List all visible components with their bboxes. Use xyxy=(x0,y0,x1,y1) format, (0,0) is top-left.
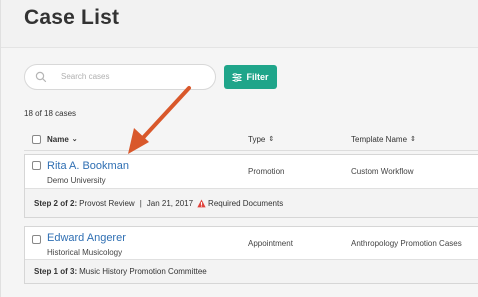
case-name-link[interactable]: Rita A. Bookman xyxy=(47,160,129,172)
row-checkbox[interactable] xyxy=(32,235,41,244)
sort-icon: ⇕ xyxy=(410,136,416,143)
select-all-checkbox[interactable] xyxy=(32,135,41,144)
case-type: Promotion xyxy=(248,167,285,176)
case-type: Appointment xyxy=(248,239,293,248)
filter-button[interactable]: Filter xyxy=(224,65,277,89)
required-documents-alert[interactable]: Required Documents xyxy=(208,199,283,208)
case-unit: Historical Musicology xyxy=(47,248,123,257)
case-template: Anthropology Promotion Cases xyxy=(351,239,462,248)
sliders-icon xyxy=(232,72,242,82)
case-card: Rita A. Bookman Demo University Promotio… xyxy=(24,154,478,218)
case-list-page: Case List Search cases Filter 18 of 18 c… xyxy=(0,0,478,297)
column-header-template-label: Template Name xyxy=(351,134,408,144)
column-header-type-label: Type xyxy=(248,134,266,144)
filter-button-label: Filter xyxy=(246,72,269,82)
search-input[interactable]: Search cases xyxy=(24,64,216,90)
column-header-template[interactable]: Template Name ⇕ xyxy=(351,133,416,145)
step-name: Music History Promotion Committee xyxy=(79,267,207,276)
page-title: Case List xyxy=(24,6,120,29)
step-name: Provost Review xyxy=(79,198,135,208)
column-header-name-label: Name xyxy=(47,134,69,144)
step-prefix: Step 1 of 3: xyxy=(34,267,78,276)
case-step-bar: Step 2 of 2: Provost Review | Jan 21, 20… xyxy=(25,188,478,217)
header-divider xyxy=(24,150,478,151)
step-prefix: Step 2 of 2: xyxy=(34,198,78,208)
step-date: Jan 21, 2017 xyxy=(146,198,194,208)
warning-icon xyxy=(197,198,206,207)
column-header-type[interactable]: Type ⇕ xyxy=(248,133,274,145)
case-step-bar: Step 1 of 3: Music History Promotion Com… xyxy=(25,259,478,283)
case-unit: Demo University xyxy=(47,176,106,185)
case-name-link[interactable]: Edward Angerer xyxy=(47,232,126,244)
column-header-name[interactable]: Name ⌄ xyxy=(47,133,78,145)
divider-pipe: | xyxy=(139,198,142,208)
row-checkbox[interactable] xyxy=(32,161,41,170)
sort-down-icon: ⌄ xyxy=(71,136,78,143)
search-icon xyxy=(35,71,47,83)
case-template: Custom Workflow xyxy=(351,167,414,176)
page-header: Case List xyxy=(1,0,478,48)
case-card: Edward Angerer Historical Musicology App… xyxy=(24,226,478,284)
sort-icon: ⇕ xyxy=(268,136,275,143)
search-placeholder: Search cases xyxy=(61,72,110,81)
results-count: 18 of 18 cases xyxy=(24,109,77,118)
